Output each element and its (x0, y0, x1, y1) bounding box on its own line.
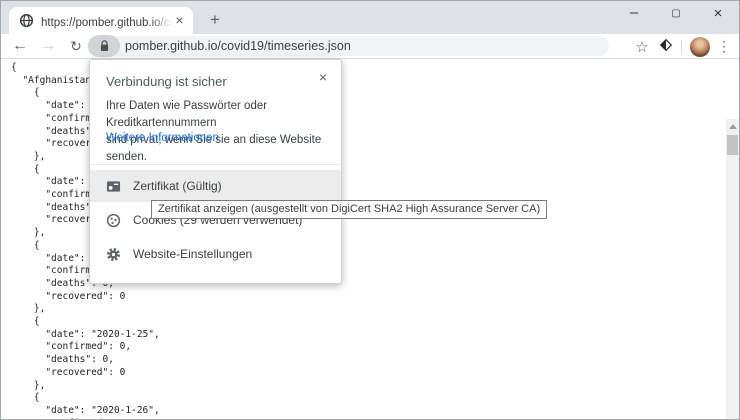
browser-tab[interactable]: https://pomber.github.io/covid1 × (9, 7, 193, 34)
profile-avatar[interactable] (690, 37, 710, 57)
browser-window: https://pomber.github.io/covid1 × + – ▢ … (0, 0, 740, 420)
tab-title-fade (150, 13, 172, 29)
menu-item-label: Website-Einstellungen (133, 247, 252, 261)
menu-item-site-settings[interactable]: Website-Einstellungen (90, 238, 341, 270)
globe-favicon-icon (19, 13, 34, 28)
close-window-button[interactable]: × (697, 1, 739, 31)
cookie-icon (106, 213, 121, 228)
popup-title: Verbindung ist sicher (106, 74, 227, 89)
certificate-tooltip: Zertifikat anzeigen (ausgestellt von Dig… (151, 200, 547, 219)
site-info-button[interactable] (88, 35, 120, 57)
window-controls: – ▢ × (613, 1, 739, 31)
back-icon[interactable]: ← (9, 34, 31, 59)
toolbar-right: ☆ ⋮ (630, 34, 733, 59)
browser-menu-icon[interactable]: ⋮ (715, 38, 733, 55)
scrollbar[interactable] (726, 119, 739, 420)
menu-item-certificate[interactable]: Zertifikat (Gültig) (90, 170, 341, 202)
site-info-popup: × Verbindung ist sicher Ihre Daten wie P… (89, 59, 342, 284)
toolbar-divider (681, 40, 682, 54)
popup-divider (90, 164, 341, 165)
tab-close-icon[interactable]: × (172, 13, 187, 29)
maximize-button[interactable]: ▢ (655, 1, 697, 31)
url-text[interactable]: pomber.github.io/covid19/timeseries.json (125, 39, 351, 53)
popup-close-icon[interactable]: × (315, 69, 331, 85)
tab-strip: https://pomber.github.io/covid1 × + – ▢ … (1, 1, 739, 34)
scrollbar-thumb[interactable] (727, 135, 738, 155)
minimize-button[interactable]: – (613, 1, 655, 31)
toolbar: ← → ↻ pomber.github.io/covid19/timeserie… (1, 34, 739, 59)
new-tab-button[interactable]: + (203, 9, 227, 31)
certificate-icon (106, 179, 121, 194)
tab-title-wrap: https://pomber.github.io/covid1 (41, 13, 172, 29)
gear-icon (106, 247, 121, 262)
scroll-up-icon[interactable] (729, 124, 737, 129)
popup-body-line1: Ihre Daten wie Passwörter oder Kreditkar… (106, 100, 267, 129)
lock-icon (100, 40, 109, 52)
forward-icon[interactable]: → (37, 34, 59, 59)
bookmark-star-icon[interactable]: ☆ (630, 38, 654, 56)
menu-item-label: Zertifikat (Gültig) (133, 179, 222, 193)
learn-more-link[interactable]: Weitere Informationen (106, 132, 219, 144)
address-bar[interactable]: pomber.github.io/covid19/timeseries.json (87, 36, 609, 56)
reload-icon[interactable]: ↻ (65, 34, 87, 59)
extension-icon[interactable] (654, 38, 678, 56)
